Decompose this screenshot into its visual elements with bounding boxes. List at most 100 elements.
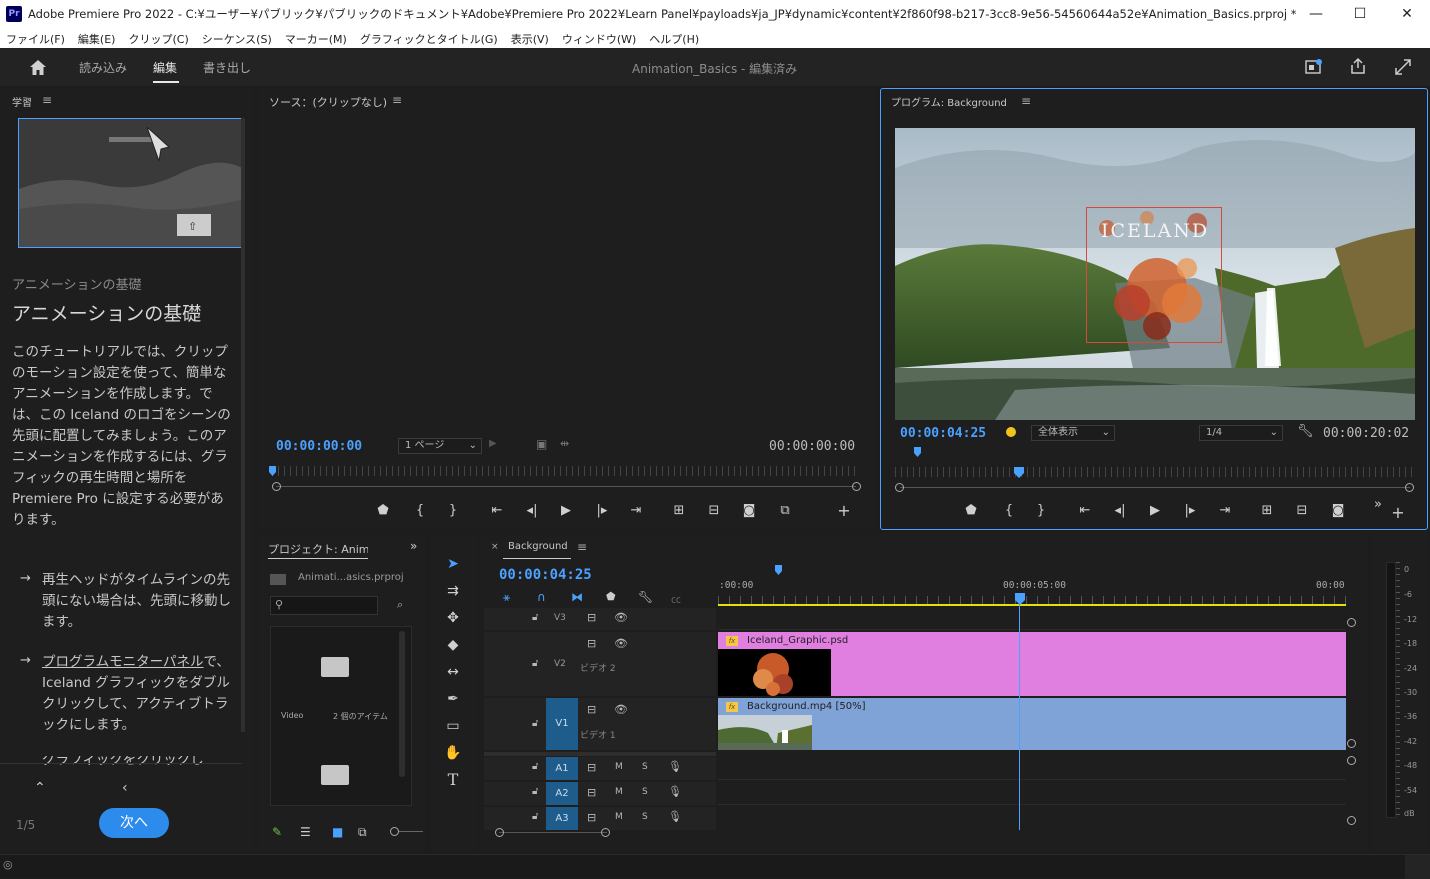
- menu-window[interactable]: ウィンドウ(W): [556, 28, 643, 48]
- more-controls-icon[interactable]: »: [1367, 495, 1389, 515]
- sync-lock-icon[interactable]: ⊟: [587, 786, 596, 799]
- mute-button[interactable]: M: [615, 762, 623, 772]
- track-lock-icon[interactable]: 🔓︎: [532, 761, 538, 772]
- mark-out-icon[interactable]: }: [442, 501, 464, 521]
- button-editor-icon[interactable]: +: [1387, 503, 1409, 523]
- track-lock-icon[interactable]: 🔓︎: [532, 658, 538, 669]
- close-window-button[interactable]: ✕: [1397, 4, 1417, 24]
- pen-tool-icon[interactable]: ✒: [441, 687, 465, 711]
- mark-out-icon[interactable]: }: [1030, 501, 1052, 521]
- menu-help[interactable]: ヘルプ(H): [643, 28, 706, 48]
- track-area-a1[interactable]: [718, 757, 1346, 780]
- fullscreen-icon[interactable]: [1394, 58, 1412, 76]
- learn-panel-menu-icon[interactable]: ≡: [42, 93, 52, 107]
- microphone-icon[interactable]: 🎙︎: [668, 760, 682, 773]
- program-monitor-link[interactable]: プログラムモニターパネル: [42, 654, 203, 670]
- minimize-button[interactable]: —: [1306, 4, 1326, 24]
- add-marker-icon[interactable]: ⬟: [372, 501, 394, 521]
- export-frame-icon[interactable]: ◙: [1327, 501, 1349, 521]
- microphone-icon[interactable]: 🎙︎: [668, 810, 682, 823]
- ripple-edit-tool-icon[interactable]: ✥: [441, 606, 465, 630]
- menu-file[interactable]: ファイル(F): [0, 28, 72, 48]
- zoom-handle-left[interactable]: [272, 482, 281, 491]
- menu-graphics[interactable]: グラフィックとタイトル(G): [354, 28, 505, 48]
- source-playhead-icon[interactable]: [269, 466, 277, 476]
- tab-edit[interactable]: 編集: [153, 59, 177, 76]
- source-zoom-bar[interactable]: [276, 486, 856, 487]
- next-button[interactable]: 次へ: [99, 808, 169, 838]
- drag-video-icon[interactable]: ⧉: [774, 501, 796, 521]
- tab-export[interactable]: 書き出し: [203, 59, 251, 76]
- timeline-zoom-bar[interactable]: [499, 832, 607, 833]
- track-v2-label[interactable]: V2: [554, 659, 566, 669]
- mark-in-icon[interactable]: {: [998, 501, 1020, 521]
- microphone-icon[interactable]: 🎙︎: [668, 785, 682, 798]
- go-to-out-icon[interactable]: ⇥: [1214, 501, 1236, 521]
- timeline-zoom-handle-left[interactable]: [495, 828, 504, 837]
- playback-resolution-select[interactable]: 1/4 ⌄: [1199, 425, 1283, 441]
- background-tasks-icon[interactable]: ◎: [3, 858, 13, 871]
- source-page-select[interactable]: 1 ページ ⌄: [398, 438, 482, 454]
- video-scroll-handle-bottom[interactable]: [1347, 739, 1356, 748]
- slip-tool-icon[interactable]: ↔: [441, 660, 465, 684]
- in-point-marker-icon[interactable]: [914, 447, 922, 457]
- clip-background-video[interactable]: fx Background.mp4 [50%]: [718, 698, 1346, 750]
- snap-icon[interactable]: ∩: [537, 590, 546, 604]
- nest-toggle-icon[interactable]: ⚹: [503, 590, 510, 605]
- track-lock-icon[interactable]: 🔓︎: [532, 612, 538, 623]
- audio-scroll-handle-top[interactable]: [1347, 756, 1356, 765]
- menu-marker[interactable]: マーカー(M): [279, 28, 354, 48]
- mute-button[interactable]: M: [615, 812, 623, 822]
- video-scroll-handle-top[interactable]: [1347, 618, 1356, 627]
- sync-lock-icon[interactable]: ⊟: [587, 703, 596, 716]
- program-playhead-icon[interactable]: [1014, 467, 1024, 478]
- quick-export-icon[interactable]: [1305, 59, 1323, 75]
- freeform-view-icon[interactable]: ⧉: [358, 825, 367, 840]
- work-area-bar[interactable]: [718, 604, 1346, 606]
- step-forward-icon[interactable]: |▸: [1179, 501, 1201, 521]
- project-search-input[interactable]: ⚲: [270, 596, 378, 615]
- iceland-graphic-overlay[interactable]: ICELAND: [1086, 207, 1222, 343]
- track-area-a3[interactable]: [718, 807, 1346, 830]
- track-v3-label[interactable]: V3: [554, 613, 566, 623]
- track-lock-icon[interactable]: 🔓︎: [532, 718, 538, 729]
- eye-icon[interactable]: 👁︎: [614, 637, 628, 650]
- solo-button[interactable]: S: [642, 762, 648, 772]
- rectangle-tool-icon[interactable]: ▭: [441, 714, 465, 738]
- track-a2-target[interactable]: A2: [546, 782, 578, 805]
- clip-iceland-graphic[interactable]: fx Iceland_Graphic.psd: [718, 632, 1346, 696]
- maximize-button[interactable]: ☐: [1350, 4, 1370, 24]
- captions-icon[interactable]: ㏄: [671, 591, 681, 606]
- pencil-icon[interactable]: ✎: [272, 825, 282, 839]
- go-to-in-icon[interactable]: ⇤: [486, 501, 508, 521]
- timeline-playhead-icon[interactable]: [1015, 593, 1025, 605]
- button-editor-icon[interactable]: +: [833, 501, 855, 521]
- program-panel-menu-icon[interactable]: ≡: [1021, 94, 1031, 108]
- share-icon[interactable]: [1349, 57, 1367, 75]
- thumbnail-size-slider[interactable]: [390, 827, 399, 836]
- insert-icon[interactable]: ⊞: [668, 501, 690, 521]
- track-area-a2[interactable]: [718, 782, 1346, 805]
- safe-margins-icon[interactable]: ▣: [536, 437, 547, 451]
- audio-scroll-handle-bottom[interactable]: [1347, 816, 1356, 825]
- hand-tool-icon[interactable]: ✋: [441, 741, 465, 765]
- folder-icon[interactable]: [321, 765, 349, 785]
- settings-wrench-icon[interactable]: 🔧︎: [1297, 424, 1314, 439]
- extract-icon[interactable]: ⊟: [1291, 501, 1313, 521]
- sync-lock-icon[interactable]: ⊟: [587, 761, 596, 774]
- step-back-icon[interactable]: ◂|: [521, 501, 543, 521]
- mark-in-icon[interactable]: {: [409, 501, 431, 521]
- timeline-panel-menu-icon[interactable]: ≡: [577, 540, 587, 554]
- mute-button[interactable]: M: [615, 787, 623, 797]
- zoom-handle-right[interactable]: [852, 482, 861, 491]
- project-bin-area[interactable]: Video 2 個のアイテム: [270, 626, 412, 806]
- add-marker-icon[interactable]: ⬟: [960, 501, 982, 521]
- export-frame-icon[interactable]: ◙: [738, 501, 760, 521]
- program-time-ruler[interactable]: [895, 467, 1415, 477]
- source-time-ruler[interactable]: [272, 466, 860, 476]
- previous-step-icon[interactable]: ‹: [122, 780, 128, 796]
- source-timecode-in[interactable]: 00:00:00:00: [276, 439, 362, 454]
- insert-overlay-icon[interactable]: ⇹: [560, 437, 569, 450]
- add-marker-icon[interactable]: ⬟: [606, 590, 616, 603]
- track-a1-target[interactable]: A1: [546, 757, 578, 780]
